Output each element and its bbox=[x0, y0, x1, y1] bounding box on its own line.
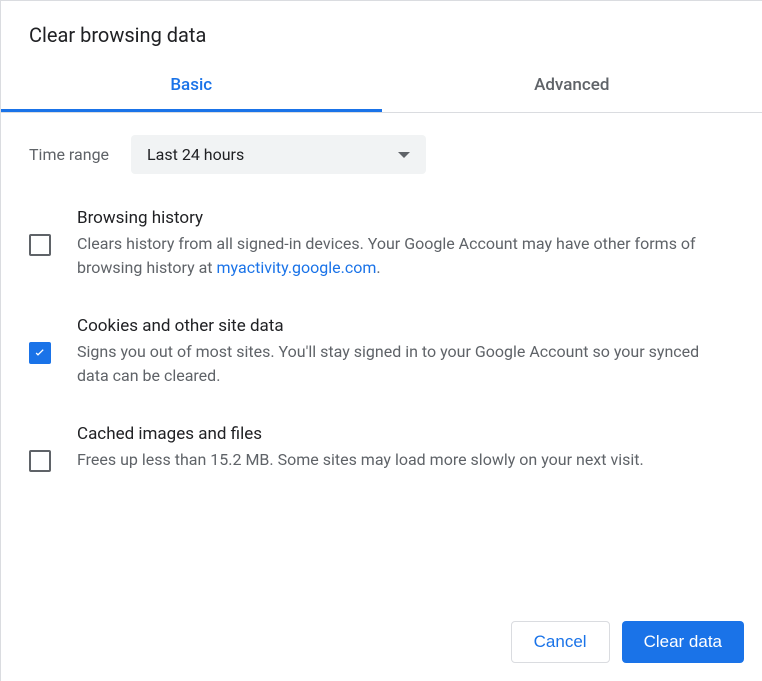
option-browsing-history: Browsing history Clears history from all… bbox=[29, 194, 734, 302]
dialog-title: Clear browsing data bbox=[1, 1, 762, 61]
option-text: Cached images and files Frees up less th… bbox=[77, 424, 734, 472]
option-cookies: Cookies and other site data Signs you ou… bbox=[29, 302, 734, 410]
option-title: Cookies and other site data bbox=[77, 316, 734, 336]
chevron-down-icon bbox=[398, 152, 410, 158]
checkbox-cookies[interactable] bbox=[29, 342, 51, 364]
option-desc: Signs you out of most sites. You'll stay… bbox=[77, 340, 734, 388]
option-title: Browsing history bbox=[77, 208, 734, 228]
checkbox-browsing-history[interactable] bbox=[29, 234, 51, 256]
tabs: Basic Advanced bbox=[1, 61, 762, 113]
clear-data-button[interactable]: Clear data bbox=[622, 621, 744, 663]
options-list: Browsing history Clears history from all… bbox=[1, 184, 762, 494]
time-range-row: Time range Last 24 hours bbox=[1, 113, 762, 184]
checkbox-cached[interactable] bbox=[29, 450, 51, 472]
option-text: Browsing history Clears history from all… bbox=[77, 208, 734, 280]
option-text: Cookies and other site data Signs you ou… bbox=[77, 316, 734, 388]
time-range-value: Last 24 hours bbox=[147, 145, 244, 164]
myactivity-link[interactable]: myactivity.google.com bbox=[217, 258, 377, 277]
dialog-footer: Cancel Clear data bbox=[1, 603, 762, 681]
option-desc: Frees up less than 15.2 MB. Some sites m… bbox=[77, 448, 734, 472]
time-range-label: Time range bbox=[29, 145, 109, 164]
option-desc: Clears history from all signed-in device… bbox=[77, 232, 734, 280]
clear-browsing-data-dialog: Clear browsing data Basic Advanced Time … bbox=[0, 0, 762, 681]
option-title: Cached images and files bbox=[77, 424, 734, 444]
tab-advanced[interactable]: Advanced bbox=[382, 61, 762, 112]
option-cached: Cached images and files Frees up less th… bbox=[29, 410, 734, 494]
cancel-button[interactable]: Cancel bbox=[511, 621, 610, 663]
check-icon bbox=[32, 345, 48, 361]
tab-basic[interactable]: Basic bbox=[1, 61, 382, 112]
time-range-dropdown[interactable]: Last 24 hours bbox=[131, 135, 426, 174]
